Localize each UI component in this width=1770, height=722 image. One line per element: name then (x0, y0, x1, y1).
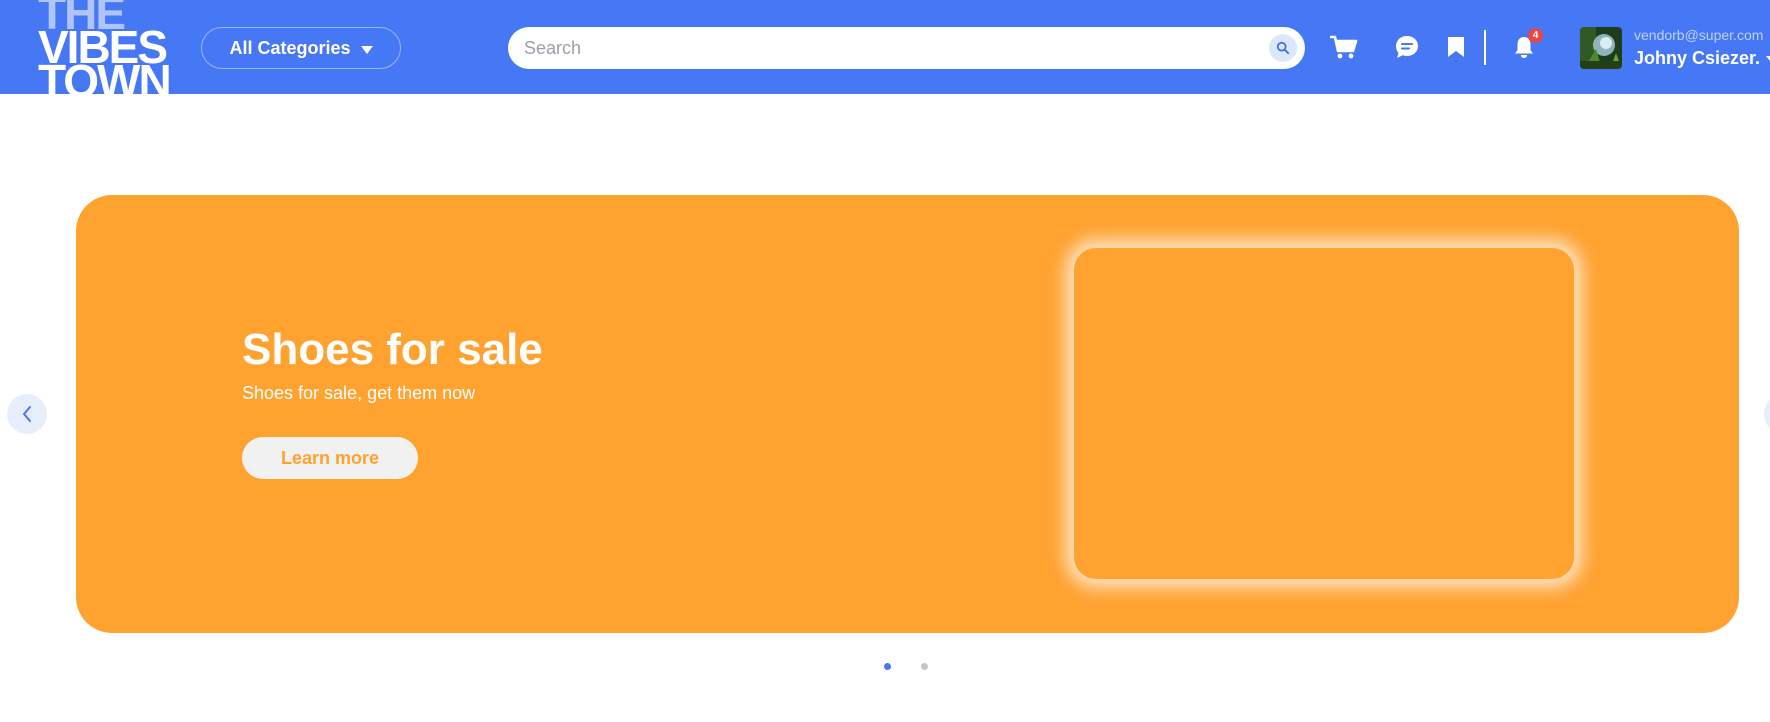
chevron-left-icon (23, 406, 31, 422)
header-divider (1484, 30, 1486, 65)
bookmark-icon (1448, 37, 1464, 57)
top-navbar: THE VIBES TOWN All Categories Search 4 v… (0, 0, 1770, 94)
all-categories-dropdown[interactable]: All Categories (201, 27, 401, 69)
messages-button[interactable] (1391, 31, 1423, 63)
carousel-dot[interactable] (921, 663, 928, 670)
notifications-button[interactable]: 4 (1508, 28, 1543, 63)
chevron-down-icon (360, 45, 373, 54)
search-icon (1276, 41, 1290, 55)
chat-icon (1396, 36, 1418, 58)
logo-line-3: TOWN (38, 55, 172, 94)
cart-button[interactable] (1328, 31, 1360, 63)
categories-label: All Categories (229, 37, 351, 58)
user-email: vendorb@super.com (1634, 27, 1764, 43)
caret-down-icon (1766, 55, 1770, 61)
brand-logo[interactable]: THE VIBES TOWN (38, 0, 180, 94)
carousel-indicators (884, 663, 934, 671)
bookmarks-button[interactable] (1440, 31, 1472, 63)
user-menu[interactable]: vendorb@super.com Johny Csiezer. (1634, 26, 1770, 70)
carousel-next-button[interactable] (1764, 394, 1770, 434)
cart-icon (1330, 35, 1358, 59)
avatar[interactable] (1580, 27, 1622, 69)
user-name-row: Johny Csiezer. (1634, 46, 1770, 70)
search-input[interactable] (522, 36, 1269, 60)
notification-badge: 4 (1528, 28, 1543, 43)
hero-banner: Shoes for sale Shoes for sale, get them … (76, 195, 1739, 633)
hero-image-placeholder (1074, 248, 1574, 579)
search-bar (508, 27, 1305, 69)
search-button[interactable] (1269, 34, 1297, 62)
carousel-dot[interactable] (884, 663, 891, 670)
carousel-prev-button[interactable] (7, 394, 47, 434)
hero-subtitle: Shoes for sale, get them now (242, 383, 476, 403)
learn-more-button[interactable]: Learn more (242, 437, 418, 479)
avatar-image (1580, 27, 1622, 69)
user-name: Johny Csiezer. (1634, 48, 1761, 68)
hero-title: Shoes for sale (242, 325, 543, 374)
